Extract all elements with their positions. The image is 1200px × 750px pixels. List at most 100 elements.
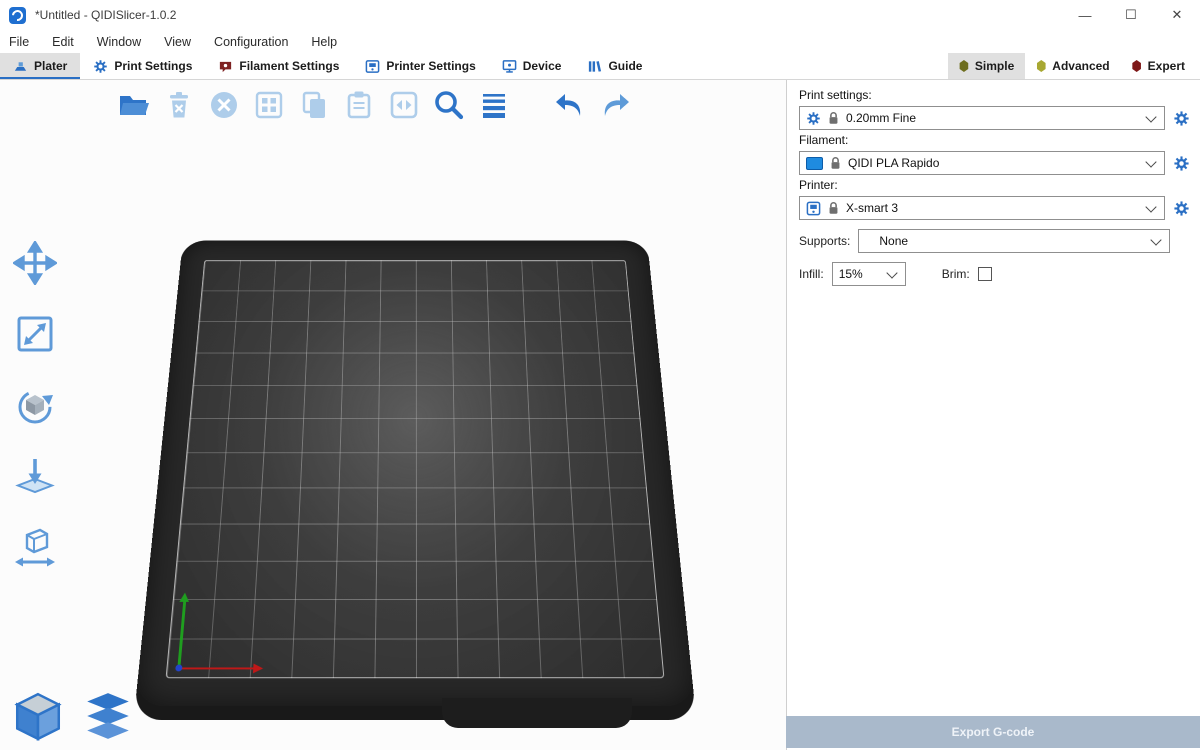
tab-device-label: Device: [523, 59, 562, 73]
simple-mode-icon: [959, 60, 969, 72]
chevron-down-icon: [1145, 156, 1156, 167]
tab-bar: Plater Print Settings Filament Settings …: [0, 53, 1200, 80]
infill-value: 15%: [839, 267, 882, 281]
tab-device[interactable]: Device: [489, 53, 575, 79]
tab-plater-label: Plater: [34, 59, 67, 73]
print-settings-value: 0.20mm Fine: [846, 111, 1141, 125]
y-axis-arrow: [177, 601, 185, 669]
mode-simple[interactable]: Simple: [948, 53, 1025, 79]
paste-icon[interactable]: [341, 87, 377, 123]
plater-icon: [13, 59, 28, 74]
brim-checkbox[interactable]: [978, 267, 992, 281]
chevron-down-icon: [1145, 201, 1156, 212]
menu-file[interactable]: File: [9, 35, 29, 49]
arrange-icon[interactable]: [251, 87, 287, 123]
supports-value: None: [879, 234, 1146, 248]
menu-configuration[interactable]: Configuration: [214, 35, 288, 49]
print-bed-grid: [166, 260, 665, 678]
redo-icon[interactable]: [597, 87, 633, 123]
tab-guide[interactable]: Guide: [574, 53, 655, 79]
menu-edit[interactable]: Edit: [52, 35, 74, 49]
tab-filament-settings-label: Filament Settings: [239, 59, 339, 73]
filament-color-swatch: [806, 157, 823, 170]
chevron-down-icon: [1145, 111, 1156, 122]
coordinate-axes: [175, 568, 289, 671]
printer-gear-button[interactable]: [1172, 199, 1190, 217]
mode-expert-label: Expert: [1148, 59, 1185, 73]
export-gcode-button[interactable]: Export G-code: [786, 716, 1200, 748]
tab-printer-settings-label: Printer Settings: [386, 59, 475, 73]
place-on-face-icon[interactable]: [10, 451, 60, 501]
supports-select[interactable]: None: [858, 229, 1170, 253]
mode-switcher: Simple Advanced Expert: [948, 53, 1200, 79]
settings-panel: Print settings: 0.20mm Fine: [786, 80, 1200, 750]
rotate-icon[interactable]: [10, 380, 60, 430]
instances-icon[interactable]: [386, 87, 422, 123]
menu-window[interactable]: Window: [97, 35, 141, 49]
lock-icon: [829, 156, 842, 170]
profile-gear-icon: [806, 111, 821, 126]
app-logo-icon: [9, 7, 26, 24]
print-bed: [120, 80, 710, 740]
copy-icon[interactable]: [296, 87, 332, 123]
advanced-mode-icon: [1036, 60, 1046, 72]
menu-bar: File Edit Window View Configuration Help: [0, 30, 1200, 53]
print-settings-label: Print settings:: [799, 88, 1190, 102]
chevron-down-icon: [886, 267, 897, 278]
printer-label: Printer:: [799, 178, 1190, 192]
title-bar: *Untitled - QIDISlicer-1.0.2 — ☐ ✕: [0, 0, 1200, 30]
filament-select[interactable]: QIDI PLA Rapido: [799, 151, 1165, 175]
device-icon: [502, 59, 517, 74]
menu-view[interactable]: View: [164, 35, 191, 49]
filament-gear-button[interactable]: [1172, 154, 1190, 172]
supports-label: Supports:: [799, 234, 850, 248]
guide-book-icon: [587, 59, 602, 74]
infill-select[interactable]: 15%: [832, 262, 906, 286]
window-controls: — ☐ ✕: [1062, 0, 1200, 30]
mode-simple-label: Simple: [975, 59, 1014, 73]
print-bed-frame: [135, 241, 695, 706]
brim-label: Brim:: [942, 267, 970, 281]
tab-print-settings-label: Print Settings: [114, 59, 192, 73]
printer-select[interactable]: X-smart 3: [799, 196, 1165, 220]
tab-filament-settings[interactable]: Filament Settings: [205, 53, 352, 79]
print-settings-gear-icon: [93, 59, 108, 74]
lock-icon: [827, 111, 840, 125]
delete-all-icon[interactable]: [206, 87, 242, 123]
open-icon[interactable]: [116, 87, 152, 123]
move-icon[interactable]: [10, 238, 60, 288]
print-settings-gear-button[interactable]: [1172, 109, 1190, 127]
printer-mini-icon: [806, 201, 821, 216]
menu-help[interactable]: Help: [311, 35, 337, 49]
search-icon[interactable]: [431, 87, 467, 123]
printer-value: X-smart 3: [846, 201, 1141, 215]
mode-expert[interactable]: Expert: [1121, 53, 1196, 79]
scale-icon[interactable]: [10, 309, 60, 359]
maximize-button[interactable]: ☐: [1108, 0, 1154, 30]
tab-guide-label: Guide: [608, 59, 642, 73]
filament-label: Filament:: [799, 133, 1190, 147]
print-settings-select[interactable]: 0.20mm Fine: [799, 106, 1165, 130]
close-button[interactable]: ✕: [1154, 0, 1200, 30]
delete-icon[interactable]: [161, 87, 197, 123]
tab-plater[interactable]: Plater: [0, 53, 80, 79]
top-toolbar: [116, 87, 633, 123]
tab-print-settings[interactable]: Print Settings: [80, 53, 205, 79]
x-axis-arrow: [177, 667, 254, 669]
printer-icon: [365, 59, 380, 74]
minimize-button[interactable]: —: [1062, 0, 1108, 30]
expert-mode-icon: [1132, 60, 1142, 72]
filament-icon: [218, 59, 233, 74]
left-toolbar: [10, 238, 60, 572]
3d-view-icon[interactable]: [10, 688, 66, 744]
layers-view-icon[interactable]: [80, 688, 136, 744]
mode-advanced[interactable]: Advanced: [1025, 53, 1120, 79]
undo-icon[interactable]: [552, 87, 588, 123]
view-toolbar: [10, 688, 136, 744]
viewport-3d[interactable]: [0, 80, 786, 750]
layer-height-icon[interactable]: [476, 87, 512, 123]
infill-label: Infill:: [799, 267, 824, 281]
chevron-down-icon: [1150, 234, 1161, 245]
measure-icon[interactable]: [10, 522, 60, 572]
tab-printer-settings[interactable]: Printer Settings: [352, 53, 488, 79]
